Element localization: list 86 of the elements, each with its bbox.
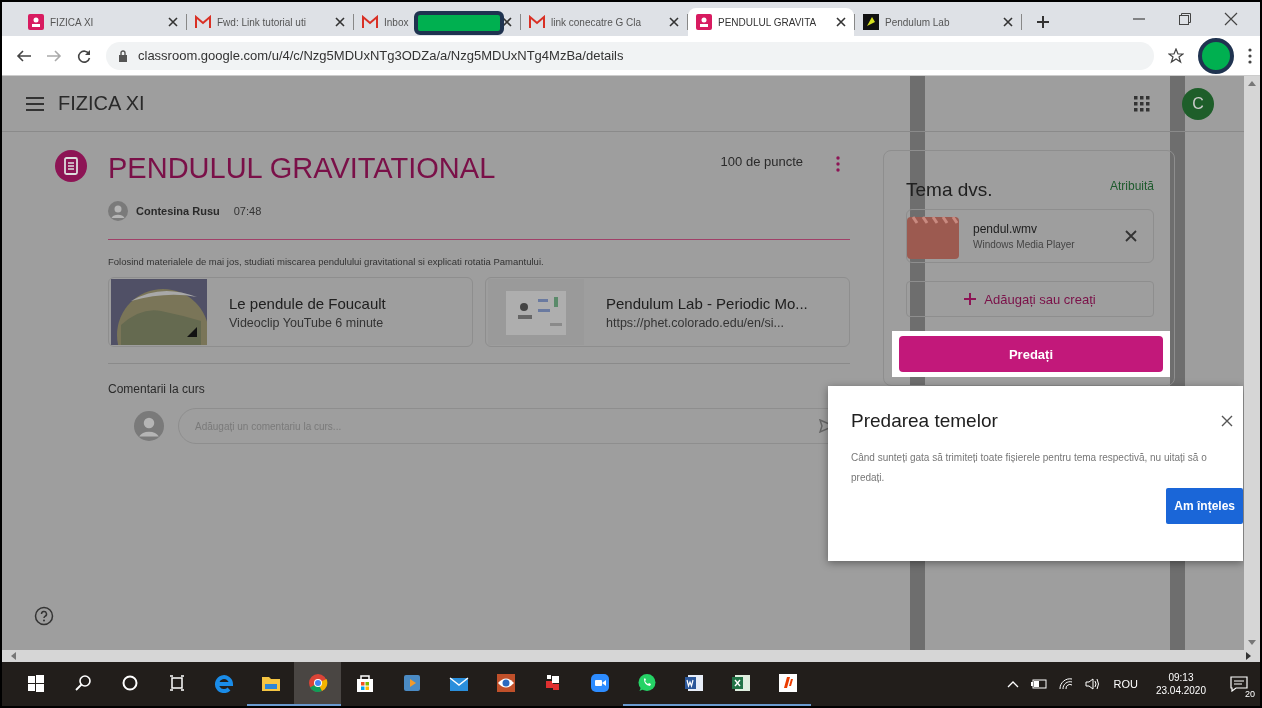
scroll-right-icon — [1246, 652, 1252, 660]
clock[interactable]: 09:13 23.04.2020 — [1155, 672, 1206, 696]
browser-icon — [213, 673, 234, 693]
classroom-icon — [696, 14, 712, 30]
browser-tab[interactable]: Pendulum Lab — [855, 8, 1021, 36]
scroll-left-icon — [10, 652, 16, 660]
close-icon[interactable] — [669, 17, 679, 27]
more-icon[interactable] — [1248, 47, 1252, 64]
class-title[interactable]: FIZICA XI — [58, 92, 145, 115]
ok-button[interactable]: Am înțeles — [1166, 488, 1243, 524]
scrollbar[interactable] — [2, 650, 1260, 662]
mail-icon — [362, 15, 378, 29]
browser-tab[interactable]: link conecatre G Cla — [521, 8, 687, 36]
file-type: Windows Media Player — [973, 239, 1076, 250]
close-icon[interactable] — [836, 17, 846, 27]
remove-icon[interactable] — [1125, 230, 1137, 242]
author-name: Contesina Rusu — [136, 205, 220, 217]
windows-logo-icon — [25, 673, 46, 693]
chat-bubble-icon — [636, 673, 657, 693]
status-label: Atribuită — [1109, 179, 1154, 193]
file-card[interactable]: pendul.wmv Windows Media Player — [906, 209, 1154, 263]
close-icon[interactable] — [502, 17, 512, 27]
attachment-card[interactable]: Pendulum Lab - Periodic Mo... https://phet.colorado.edu/en/si... — [485, 277, 850, 347]
comments-label: Comentarii la curs — [108, 382, 206, 396]
document-icon — [683, 673, 704, 693]
instructions-text: Folosind materialele de mai jos, studiati miscarea pendulului gravitational si explicati rotatia Pamantului. — [108, 256, 545, 267]
attachment-subtitle: Videoclip YouTube 6 minute — [229, 315, 385, 330]
assignment-title: PENDULUL GRAVITATIONAL — [108, 152, 496, 185]
play-icon — [401, 673, 422, 693]
mail-icon — [529, 15, 545, 29]
chevron-up-icon[interactable] — [1007, 680, 1020, 688]
reload-icon[interactable] — [76, 47, 92, 64]
shopping-bag-icon — [354, 673, 375, 693]
file-name: pendul.wmv — [973, 222, 1039, 236]
star-icon[interactable] — [1168, 47, 1184, 64]
browser-tab[interactable]: FIZICA XI — [20, 8, 186, 36]
attachment-title: Pendulum Lab - Periodic Mo... — [606, 294, 808, 312]
dialog-title: Predarea temelor — [851, 410, 998, 432]
close-icon[interactable] — [1003, 17, 1013, 27]
browser-tab[interactable]: Fwd: Link tutorial uti — [187, 8, 353, 36]
browser-tab[interactable]: Inbox — [354, 8, 520, 36]
dialog-text: Când sunteți gata să trimiteți toate fișierele pentru tema respectivă, nu uitați să o predați. — [851, 451, 1208, 485]
back-icon[interactable] — [16, 47, 32, 64]
scroll-up-icon — [1248, 80, 1256, 86]
scroll-down-icon — [1248, 640, 1256, 646]
camera-icon — [589, 673, 610, 693]
close-icon[interactable] — [335, 17, 345, 27]
submit-button[interactable]: Predați — [899, 336, 1163, 372]
attachment-subtitle: https://phet.colorado.edu/en/si... — [606, 315, 785, 330]
address-bar[interactable]: classroom.google.com/u/4/c/Nzg5MDUxNTg3ODZa/a/Nzg5MDUxNTg4MzBa/details — [106, 41, 1154, 70]
post-time: 07:48 — [233, 205, 262, 217]
eye-icon — [495, 673, 516, 693]
close-icon[interactable] — [1221, 415, 1233, 427]
help-icon[interactable] — [34, 606, 54, 626]
attachment-card[interactable]: Le pendule de Foucault Videoclip YouTube 6 minute — [108, 277, 473, 347]
volume-icon[interactable] — [1085, 678, 1102, 690]
plus-icon — [964, 293, 977, 305]
panel-title: Tema dvs. — [906, 179, 993, 201]
menu-icon[interactable] — [26, 96, 44, 111]
person-avatar-icon — [108, 201, 128, 221]
new-tab-icon[interactable] — [1036, 15, 1050, 29]
app-icon — [777, 673, 798, 693]
close-icon[interactable] — [168, 17, 178, 27]
wifi-icon[interactable] — [1059, 678, 1074, 690]
mail-icon — [195, 15, 211, 29]
add-button[interactable]: Adăugați sau creați — [906, 281, 1154, 317]
points-label: 100 de puncte — [720, 154, 803, 169]
lock-icon — [118, 49, 128, 62]
lab-icon — [863, 14, 879, 30]
close-icon[interactable] — [1224, 12, 1238, 26]
battery-icon[interactable] — [1031, 679, 1048, 689]
spreadsheet-icon — [730, 673, 751, 693]
apps-grid-icon[interactable] — [1134, 95, 1150, 112]
redaction-circle — [1198, 37, 1234, 74]
assignment-icon — [55, 150, 87, 182]
person-avatar-icon — [134, 411, 164, 441]
browser-icon — [307, 673, 328, 693]
classroom-icon — [28, 14, 44, 30]
language-indicator[interactable]: ROU — [1113, 678, 1138, 690]
message-icon — [1230, 676, 1248, 692]
user-avatar[interactable]: C — [1182, 87, 1214, 120]
restore-icon[interactable] — [1178, 12, 1192, 26]
browser-tab[interactable]: PENDULUL GRAVITA — [688, 8, 854, 36]
notifications-button[interactable]: 20 — [1224, 669, 1254, 699]
scrollbar[interactable] — [1244, 76, 1260, 650]
attachment-title: Le pendule de Foucault — [229, 294, 386, 312]
